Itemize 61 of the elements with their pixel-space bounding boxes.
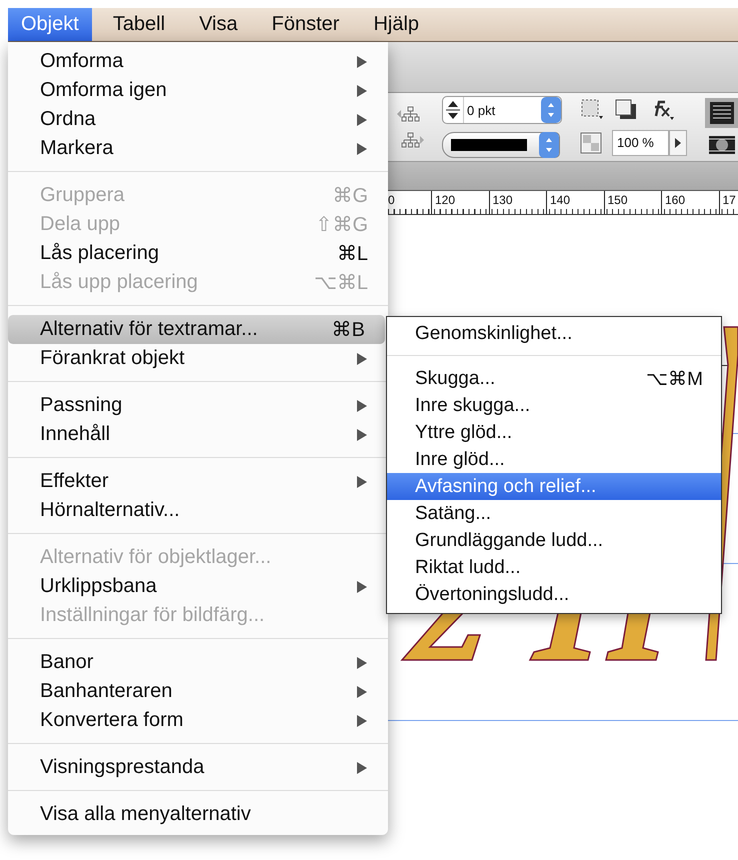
menu-item[interactable]: Skugga... ⌥⌘M [387,365,721,392]
menu-bar-item[interactable]: Visa [186,8,251,41]
stroke-type-dropdown[interactable] [442,132,560,158]
menu-item[interactable]: Banor [8,648,388,677]
submenu-arrow-icon [356,142,368,156]
menu-item[interactable]: Innehåll [8,420,388,449]
menu-item[interactable]: Lås placering ⌘L [8,239,388,268]
triangle-icon [674,137,682,149]
menu-item[interactable]: Markera [8,134,388,163]
submenu-arrow-icon [356,398,368,412]
keyboard-shortcut: ⌘L [336,242,368,266]
menu-item[interactable]: Inre glöd... [387,446,721,473]
menu-item[interactable]: Ordna [8,105,388,134]
menu-item[interactable]: Satäng... [387,500,721,527]
keyboard-shortcut: ⇧⌘G [315,213,368,237]
keyboard-shortcut: ⌘G [332,184,368,208]
frame-icon[interactable] [580,98,604,120]
stepper-icon[interactable] [443,97,464,123]
menu-item[interactable]: Övertoningsludd... [387,581,721,608]
menu-item[interactable]: Passning [8,391,388,420]
menu-bar-item[interactable]: Tabell [100,8,178,41]
keyboard-shortcut: ⌥⌘M [646,368,703,390]
menu-item[interactable]: Visningsprestanda [8,753,388,782]
menu-item[interactable]: Omforma igen [8,76,388,105]
submenu-arrow-icon [356,580,368,594]
menu-item[interactable]: Hörnalternativ... [8,496,388,525]
submenu-arrow-icon [356,684,368,698]
menu-item[interactable]: Genomskinlighet... [387,320,721,347]
keyboard-shortcut: ⌘B [332,318,365,342]
drop-shadow-icon[interactable] [614,98,638,120]
menu-item[interactable]: Konvertera form [8,706,388,735]
opacity-icon [580,132,602,154]
menu-item[interactable]: Effekter [8,467,388,496]
submenu-arrow-icon [356,656,368,670]
opacity-field[interactable]: 100 % [612,130,669,156]
submenu-arrow-icon [356,474,368,488]
menu-item[interactable]: Omforma [8,47,388,76]
opacity-menu-button[interactable] [668,130,687,156]
menu-item[interactable]: Alternativ för textramar... ⌘B [8,315,385,344]
submenu-arrow-icon [356,714,368,728]
keyboard-shortcut: ⌥⌘L [314,271,368,295]
submenu-arrow-icon [356,428,368,442]
menu-item[interactable]: Grundläggande ludd... [387,527,721,554]
menu-item[interactable]: Visa alla menyalternativ [8,800,388,829]
menu-bar-item[interactable]: Fönster [258,8,352,41]
menu-item[interactable]: Inre skugga... [387,392,721,419]
menu-item[interactable]: Yttre glöd... [387,419,721,446]
menu-item[interactable]: Förankrat objekt [8,344,388,373]
submenu-arrow-icon [356,352,368,366]
align-text-icon[interactable] [704,98,738,128]
menu-item[interactable]: Riktat ludd... [387,554,721,581]
submenu-arrow-icon [356,54,368,68]
stroke-weight-field[interactable]: 0 pkt [442,96,562,124]
submenu-arrow-icon [356,760,368,774]
submenu-arrow-icon [356,84,368,98]
submenu-arrow-icon [356,112,368,126]
menu-item[interactable]: Avfasning och relief... [387,473,721,500]
menu-item[interactable]: Banhanteraren [8,677,388,706]
menu-item[interactable]: Urklippsbana [8,572,388,601]
menu-bar-item[interactable]: Hjälp [360,8,432,41]
menu-bar-item[interactable]: Objekt [8,8,92,41]
